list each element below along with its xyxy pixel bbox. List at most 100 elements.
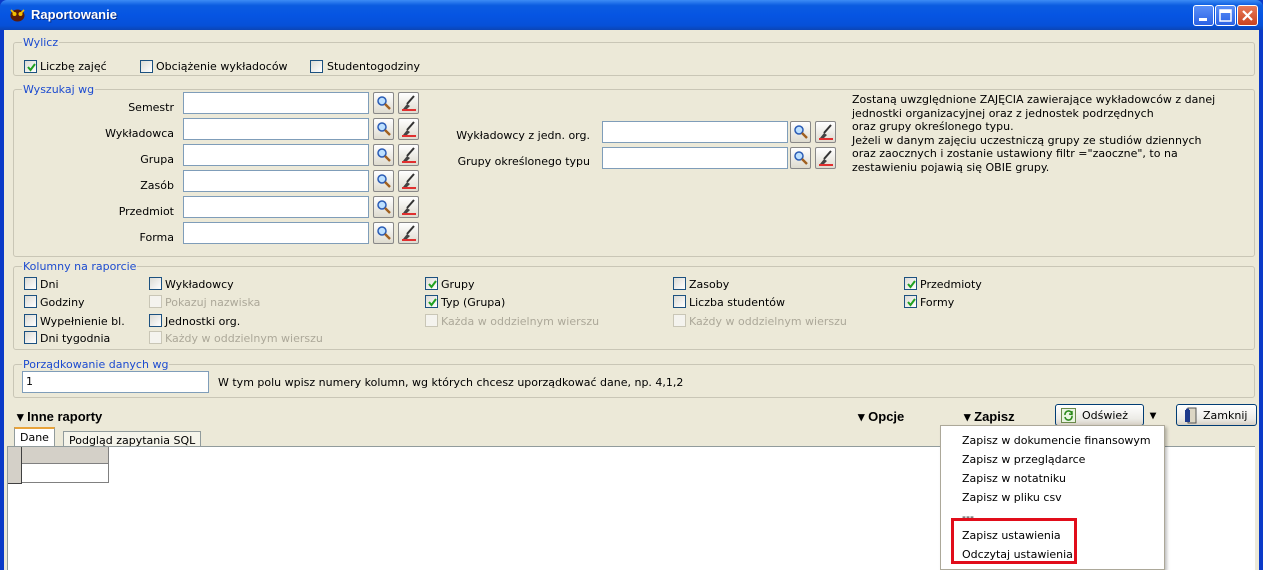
zamknij-label: Zamknij <box>1203 409 1248 422</box>
checkbox-label: Dni <box>40 278 59 291</box>
search-button[interactable] <box>373 118 394 140</box>
search-icon <box>377 174 391 188</box>
field-input[interactable] <box>183 196 369 218</box>
checkbox-studentogodziny[interactable] <box>310 60 323 73</box>
checkbox-label: Pokazuj nazwiska <box>165 296 261 309</box>
wykladowcy-jedn-input[interactable] <box>602 121 788 143</box>
brush-icon <box>402 199 416 215</box>
field-label: Forma <box>139 231 174 244</box>
checkbox-c2-2[interactable] <box>149 314 162 327</box>
field-label-grupy-typu: Grupy określonego typu <box>457 155 590 168</box>
porzadek-input[interactable]: 1 <box>22 371 209 393</box>
checkbox-c1-0[interactable] <box>24 277 37 290</box>
maximize-button[interactable] <box>1215 5 1236 26</box>
checkbox-c1-1[interactable] <box>24 295 37 308</box>
chevron-down-icon: ▾ <box>858 409 869 424</box>
search-button[interactable] <box>373 196 394 218</box>
info-line: Jeżeli w danym zajęciu uczestniczą grupy… <box>852 133 1202 147</box>
checkbox-label: Liczba studentów <box>689 296 786 309</box>
close-button[interactable] <box>1237 5 1258 26</box>
grupy-typu-input[interactable] <box>602 147 788 169</box>
title-bar[interactable]: Raportowanie <box>0 0 1263 30</box>
clear-button[interactable] <box>815 147 836 169</box>
odswiez-label: Odśwież <box>1082 409 1128 422</box>
odswiez-dropdown-icon[interactable]: ▾ <box>1150 408 1156 422</box>
zapisz-button[interactable]: ▾ Zapisz <box>964 409 1015 425</box>
wylicz-label: Wylicz <box>22 36 60 49</box>
search-button[interactable] <box>790 121 811 143</box>
search-button[interactable] <box>373 92 394 114</box>
kolumny-label: Kolumny na raporcie <box>22 260 138 273</box>
checkbox-liczbe-zajec[interactable] <box>24 60 37 73</box>
checkbox-label: Wykładowcy <box>165 278 234 291</box>
grid-row-indicator <box>8 447 22 484</box>
checkbox-c4-1[interactable] <box>673 295 686 308</box>
zapisz-label: Zapisz <box>974 409 1015 424</box>
checkbox-c1-2[interactable] <box>24 314 37 327</box>
checkbox-obciazenie[interactable] <box>140 60 153 73</box>
field-input[interactable] <box>183 222 369 244</box>
clear-button[interactable] <box>398 170 419 192</box>
check-icon <box>907 280 916 289</box>
checkbox-c3-1[interactable] <box>425 295 438 308</box>
checkbox-c4-0[interactable] <box>673 277 686 290</box>
search-button[interactable] <box>373 170 394 192</box>
search-icon <box>794 125 808 139</box>
field-label: Semestr <box>128 101 174 114</box>
search-button[interactable] <box>373 144 394 166</box>
field-input[interactable] <box>183 144 369 166</box>
clear-button[interactable] <box>398 222 419 244</box>
field-label: Zasób <box>140 179 174 192</box>
clear-button[interactable] <box>398 196 419 218</box>
maximize-icon <box>1219 9 1232 22</box>
checkbox-c2-0[interactable] <box>149 277 162 290</box>
brush-icon <box>402 147 416 163</box>
menu-item-przegladarka[interactable]: Zapisz w przeglądarce <box>962 453 1085 466</box>
checkbox-c5-1[interactable] <box>904 295 917 308</box>
info-line: Zostaną uwzględnione ZAJĘCIA zawierające… <box>852 93 1216 106</box>
odswiez-button[interactable]: Odśwież <box>1055 404 1144 426</box>
checkbox-label: Wypełnienie bl. <box>40 315 125 328</box>
info-text: Zostaną uwzględnione ZAJĘCIA zawierające… <box>852 93 1215 174</box>
field-input[interactable] <box>183 118 369 140</box>
clear-button[interactable] <box>815 121 836 143</box>
clear-button[interactable] <box>398 92 419 114</box>
search-icon <box>377 122 391 136</box>
inne-raporty-label: Inne raporty <box>27 409 103 424</box>
menu-item-notatnik[interactable]: Zapisz w notatniku <box>962 472 1066 485</box>
field-input[interactable] <box>183 170 369 192</box>
checkbox-c1-3[interactable] <box>24 331 37 344</box>
search-icon <box>377 96 391 110</box>
info-line: oraz zaocznych i zostanie ustawiony filt… <box>852 147 1178 160</box>
brush-icon <box>402 225 416 241</box>
checkbox-c3-2 <box>425 314 438 327</box>
zamknij-button[interactable]: Zamknij <box>1176 404 1257 426</box>
search-button[interactable] <box>790 147 811 169</box>
checkbox-label: Formy <box>920 296 955 309</box>
tab-dane[interactable]: Dane <box>14 427 55 448</box>
checkbox-c5-0[interactable] <box>904 277 917 290</box>
checkbox-label: Liczbę zajęć <box>40 60 107 73</box>
field-input[interactable] <box>183 92 369 114</box>
search-button[interactable] <box>373 222 394 244</box>
clear-button[interactable] <box>398 144 419 166</box>
menu-item-dokument-finansowy[interactable]: Zapisz w dokumencie finansowym <box>962 434 1151 447</box>
search-icon <box>377 226 391 240</box>
inne-raporty-button[interactable]: ▾ Inne raporty <box>17 409 102 425</box>
grid-cell[interactable] <box>21 463 109 483</box>
checkbox-label: Jednostki org. <box>165 315 241 328</box>
grid-header <box>21 447 109 464</box>
minimize-button[interactable] <box>1193 5 1214 26</box>
field-label: Grupa <box>140 153 174 166</box>
opcje-button[interactable]: ▾ Opcje <box>858 409 904 425</box>
door-exit-icon <box>1185 407 1197 424</box>
checkbox-c3-0[interactable] <box>425 277 438 290</box>
menu-item-plik-csv[interactable]: Zapisz w pliku csv <box>962 491 1062 504</box>
clear-button[interactable] <box>398 118 419 140</box>
checkbox-label: Studentogodziny <box>327 60 421 73</box>
checkbox-label: Godziny <box>40 296 85 309</box>
window-title: Raportowanie <box>31 7 117 22</box>
checkbox-label: Każda w oddzielnym wierszu <box>441 315 600 328</box>
brush-icon <box>402 95 416 111</box>
check-icon <box>907 298 916 307</box>
